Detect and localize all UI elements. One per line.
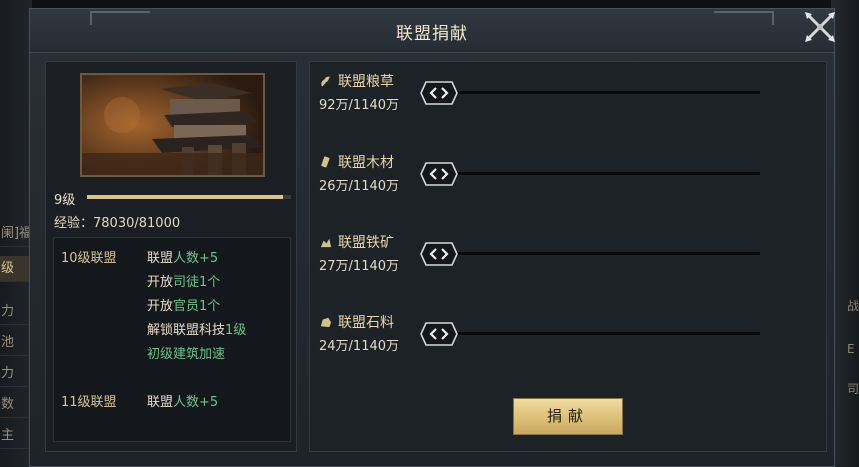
donation-slider-track[interactable] [440,172,760,175]
donation-slider-track[interactable] [440,332,760,335]
wood-icon [321,156,330,168]
background-right-tab: 战 [847,299,859,313]
alliance-exp-progress-bar [87,195,291,199]
upgrade-benefit-line: 联盟人数+5 [147,391,218,410]
benefit-highlight: 人数+5 [173,251,219,266]
upgrade-benefit-line: 初级建筑加速 [147,343,225,362]
upgrade-benefit-line: 联盟人数+5 [147,247,218,266]
resource-name: 联盟粮草 [338,74,394,90]
dialog-title: 联盟捐献 [396,24,468,44]
resource-amount: 27万/1140万 [319,259,400,274]
benefit-highlight: 司徒1个 [173,275,221,290]
background-right-tab: 司 [847,382,859,396]
benefit-prefix: 开放 [147,275,174,290]
benefit-prefix: 联盟 [147,395,174,410]
exp-value: 78030/81000 [93,216,181,231]
upgrade-benefit-line: 解锁联盟科技1级 [147,319,246,338]
grain-icon [321,76,330,87]
alliance-exp-progress-fill [87,195,284,199]
donation-slider-handle[interactable] [420,162,458,186]
building-illustration [82,75,263,175]
close-icon [805,12,835,42]
donation-slider-handle[interactable] [420,81,458,105]
exp-label: 经验： [54,216,94,231]
donation-slider-track[interactable] [440,91,760,94]
benefit-prefix: 解锁联盟科技 [147,323,226,338]
alliance-building-image [80,73,265,177]
background-side-tab: 主 [0,423,30,449]
background-side-tab: 阑]福 [0,221,30,247]
benefit-highlight: 人数+5 [173,395,219,410]
stone-icon [320,317,332,328]
benefit-highlight: 官员1个 [173,299,221,314]
close-button[interactable] [801,8,839,46]
alliance-exp-row: 经验：78030/81000 [54,212,180,231]
benefit-prefix: 开放 [147,299,174,314]
upgrade-level-label: 10级联盟 [61,251,117,266]
dialog-title-bar: 联盟捐献 [30,9,834,53]
resource-amount: 92万/1140万 [319,98,400,113]
benefit-highlight: 1级 [225,323,247,338]
resource-name: 联盟石料 [338,315,394,331]
background-side-tab: 级 [0,256,30,282]
donation-slider-handle[interactable] [420,242,458,266]
background-side-tab: 力 [0,361,30,387]
donation-slider-handle[interactable] [420,322,458,346]
background-right-tab: E [847,342,855,356]
benefit-highlight: 初级建筑加速 [147,347,226,362]
donate-button[interactable]: 捐献 [513,398,623,435]
background-side-tab: 力 [0,299,30,325]
donation-slider-track[interactable] [440,252,760,255]
resource-amount: 24万/1140万 [319,339,400,354]
resource-name: 联盟木材 [338,155,394,171]
upgrade-benefit-line: 开放官员1个 [147,295,220,314]
resource-amount: 26万/1140万 [319,179,400,194]
background-side-tab: 池 [0,330,30,356]
upgrade-benefit-line: 开放司徒1个 [147,271,220,290]
background-side-tab: 数 [0,392,30,418]
upgrade-level-label: 11级联盟 [61,395,117,410]
iron-ore-icon [320,238,332,248]
upgrade-benefits-box [53,237,291,442]
alliance-level-label: 9级 [54,193,76,208]
benefit-prefix: 联盟 [147,251,174,266]
resource-name: 联盟铁矿 [338,235,394,251]
